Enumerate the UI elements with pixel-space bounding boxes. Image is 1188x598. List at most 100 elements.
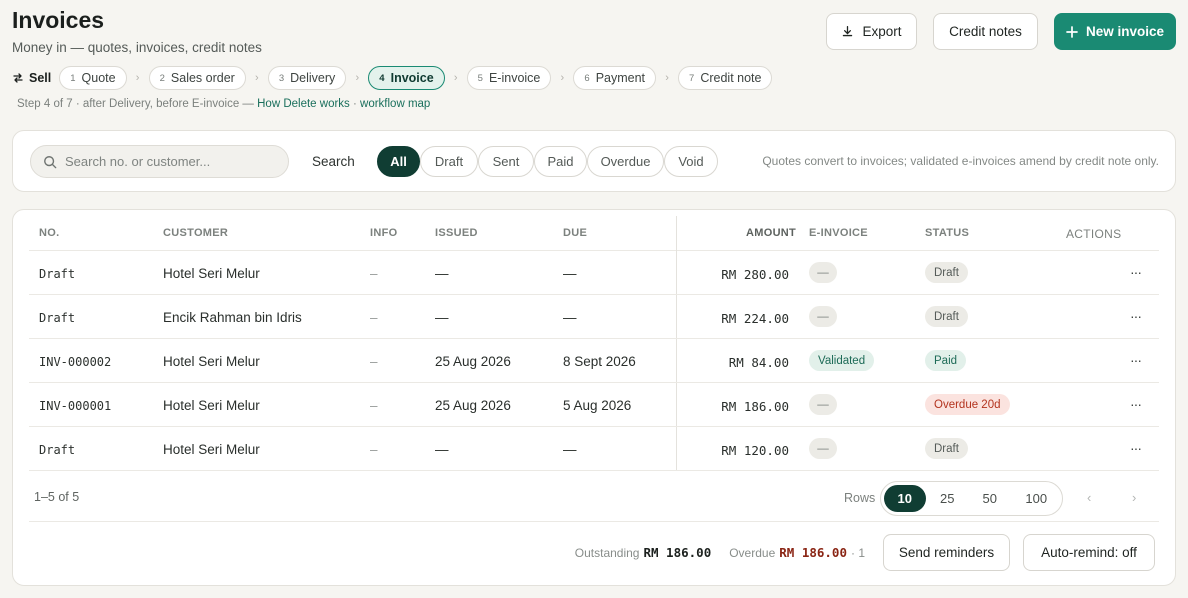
chevron-right-icon: › — [665, 72, 669, 84]
step-payment[interactable]: 6 Payment — [573, 66, 657, 90]
filter-tab-paid[interactable]: Paid — [534, 146, 587, 177]
step-number: 7 — [689, 72, 695, 84]
sell-icon — [13, 73, 23, 83]
filter-tab-overdue[interactable]: Overdue — [587, 146, 664, 177]
credit-notes-button[interactable]: Credit notes — [933, 13, 1038, 50]
e-invoice-badge: — — [809, 394, 837, 415]
download-icon — [843, 25, 853, 37]
invoice-number[interactable]: Draft — [39, 267, 75, 281]
header-actions: Export Credit notes New invoice — [826, 13, 1176, 50]
col-no[interactable]: NO. — [39, 227, 59, 239]
amount: RM 120.00 — [721, 443, 789, 458]
amount: RM 186.00 — [721, 399, 789, 414]
col-e-invoice[interactable]: E-INVOICE — [809, 227, 868, 239]
next-page-button[interactable]: › — [1132, 490, 1136, 505]
issued-date: — — [435, 266, 449, 281]
workflow-note-separator: · — [349, 98, 361, 110]
totals-summary: Outstanding RM 186.00 Overdue RM 186.00 … — [575, 545, 865, 560]
new-invoice-label: New invoice — [1085, 24, 1165, 39]
plus-icon — [1066, 25, 1078, 38]
invoice-number[interactable]: INV-000001 — [39, 399, 111, 413]
invoice-number[interactable]: Draft — [39, 443, 75, 457]
export-label: Export — [862, 24, 902, 39]
credit-notes-label: Credit notes — [949, 24, 1022, 39]
new-invoice-button[interactable]: New invoice — [1054, 13, 1176, 50]
chevron-right-icon: › — [355, 72, 360, 84]
filter-tab-all[interactable]: All — [377, 146, 420, 177]
workflow-note-text: Step 4 of 7 · after Delivery, before E-i… — [17, 98, 258, 110]
status-badge: Draft — [925, 262, 968, 283]
table-row[interactable]: Draft Encik Rahman bin Idris – — — RM 22… — [29, 295, 1159, 339]
step-label: Invoice — [390, 71, 434, 85]
invoice-table-card: NO. CUSTOMER INFO ISSUED DUE AMOUNT E-IN… — [12, 209, 1176, 586]
col-actions: ACTIONS — [1066, 227, 1122, 241]
send-reminders-button[interactable]: Send reminders — [883, 534, 1010, 571]
auto-remind-toggle[interactable]: Auto-remind: off — [1023, 534, 1155, 571]
send-reminders-label: Send reminders — [898, 545, 995, 560]
table-row[interactable]: Draft Hotel Seri Melur – — — RM 280.00 —… — [29, 251, 1159, 295]
filter-tab-draft[interactable]: Draft — [420, 146, 478, 177]
step-number: 3 — [278, 72, 285, 84]
invoice-number[interactable]: INV-000002 — [39, 355, 111, 369]
col-due[interactable]: DUE — [563, 227, 587, 239]
chevron-right-icon: › — [453, 72, 458, 84]
step-number: 1 — [70, 72, 76, 84]
outstanding-label: Outstanding — [574, 545, 640, 560]
e-invoice-badge: — — [809, 438, 837, 459]
info-value: – — [370, 266, 378, 281]
rows-option-50[interactable]: 50 — [969, 485, 1011, 512]
due-date: — — [563, 310, 577, 325]
table-header: NO. CUSTOMER INFO ISSUED DUE AMOUNT E-IN… — [29, 210, 1159, 251]
search-button[interactable]: Search — [312, 154, 355, 169]
more-horizontal-icon[interactable]: ··· — [1130, 440, 1142, 456]
workflow-section-label: Sell — [29, 71, 52, 85]
customer-name: Hotel Seri Melur — [163, 442, 260, 457]
prev-page-button[interactable]: ‹ — [1087, 490, 1091, 505]
more-horizontal-icon[interactable]: ··· — [1130, 396, 1142, 412]
table-row[interactable]: INV-000001 Hotel Seri Melur – 25 Aug 202… — [29, 383, 1159, 427]
info-value: – — [370, 398, 378, 413]
search-field[interactable] — [30, 145, 289, 178]
amount: RM 224.00 — [721, 311, 789, 326]
due-date: — — [563, 442, 577, 457]
more-horizontal-icon[interactable]: ··· — [1130, 264, 1142, 280]
col-amount[interactable]: AMOUNT — [746, 227, 796, 239]
more-horizontal-icon[interactable]: ··· — [1130, 352, 1142, 368]
col-status[interactable]: STATUS — [925, 227, 969, 239]
table-row[interactable]: Draft Hotel Seri Melur – — — RM 120.00 —… — [29, 427, 1159, 471]
invoice-number[interactable]: Draft — [39, 311, 75, 325]
col-customer[interactable]: CUSTOMER — [163, 227, 228, 239]
due-date: 5 Aug 2026 — [563, 398, 632, 413]
more-horizontal-icon[interactable]: ··· — [1130, 308, 1142, 324]
issued-date: — — [435, 310, 449, 325]
rows-option-10[interactable]: 10 — [884, 485, 926, 512]
export-button[interactable]: Export — [826, 13, 917, 50]
col-issued[interactable]: ISSUED — [435, 227, 478, 239]
step-quote[interactable]: 1 Quote — [59, 66, 127, 90]
customer-name: Hotel Seri Melur — [163, 354, 260, 369]
outstanding-value: RM 186.00 — [643, 545, 712, 560]
col-info[interactable]: INFO — [370, 227, 397, 239]
footer-divider — [29, 521, 1159, 522]
rows-option-25[interactable]: 25 — [927, 485, 969, 512]
step-label: E-invoice — [488, 71, 541, 85]
step-label: Payment — [595, 71, 646, 85]
rows-option-100[interactable]: 100 — [1012, 485, 1061, 512]
workflow-map-link[interactable]: workflow map — [360, 98, 430, 110]
filter-tab-sent[interactable]: Sent — [478, 146, 534, 177]
step-delivery[interactable]: 3 Delivery — [267, 66, 347, 90]
customer-name: Hotel Seri Melur — [163, 266, 260, 281]
step-credit-note[interactable]: 7 Credit note — [678, 66, 773, 90]
step-invoice[interactable]: 4 Invoice — [368, 66, 445, 90]
step-sales-order[interactable]: 2 Sales order — [148, 66, 246, 90]
search-input[interactable] — [65, 154, 265, 169]
customer-name: Encik Rahman bin Idris — [163, 310, 302, 325]
table-row[interactable]: INV-000002 Hotel Seri Melur – 25 Aug 202… — [29, 339, 1159, 383]
status-filter-tabs: All Draft Sent Paid Overdue Void — [377, 146, 718, 177]
page-title: Invoices — [12, 7, 105, 33]
step-label: Delivery — [290, 71, 336, 85]
how-delete-works-link[interactable]: How Delete works — [257, 98, 350, 110]
filter-tab-void[interactable]: Void — [664, 146, 718, 177]
issued-date: — — [435, 442, 449, 457]
step-e-invoice[interactable]: 5 E-invoice — [466, 66, 552, 90]
